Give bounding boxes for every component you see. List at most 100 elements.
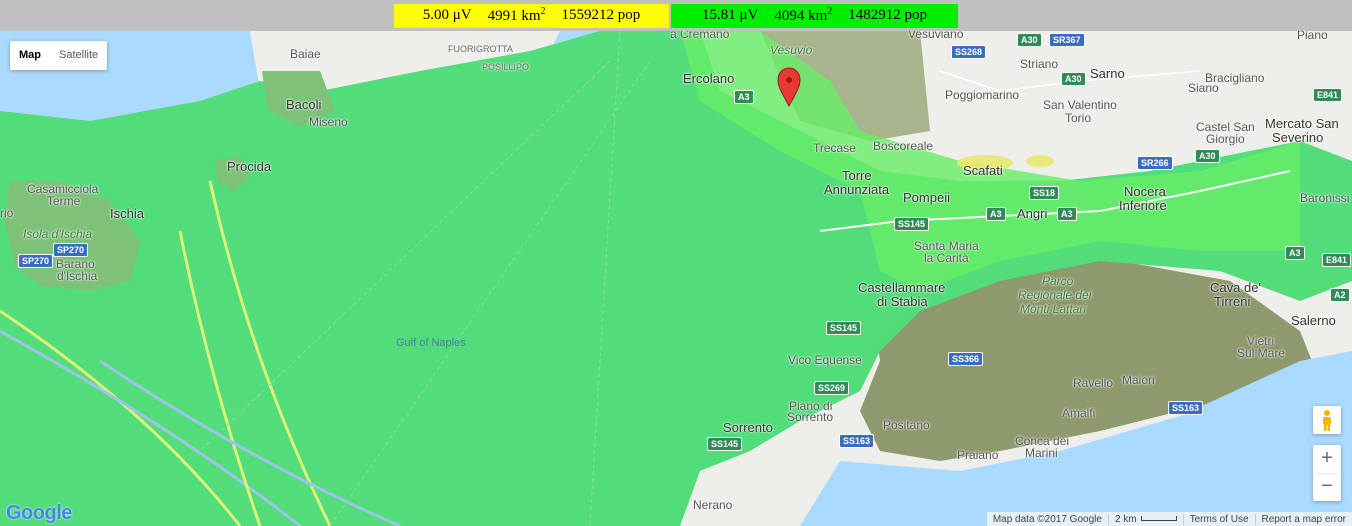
- place-miseno: Miseno: [309, 115, 348, 129]
- road-shield-a3: A3: [986, 207, 1006, 221]
- map-data-credit: Map data ©2017 Google: [992, 513, 1102, 525]
- place-salerno: Salerno: [1291, 313, 1336, 328]
- place-torio: Torio: [1065, 111, 1092, 125]
- google-logo[interactable]: Google: [6, 502, 72, 525]
- place-fuorigrotta: FUORIGROTTA: [448, 44, 513, 54]
- map-canvas[interactable]: Baiae FUORIGROTTA POSILLIPO Bacoli Misen…: [0, 31, 1352, 526]
- place-maiori: Maiori: [1122, 373, 1155, 387]
- place-inferiore: Inferiore: [1119, 198, 1167, 213]
- road-shield-a3: A3: [734, 90, 754, 104]
- place-trecase: Trecase: [813, 141, 856, 155]
- place-castellammare: Castellammare: [858, 280, 946, 295]
- place-ischia: Ischia: [110, 206, 144, 221]
- road-shield-a30: A30: [1195, 149, 1220, 163]
- place-sul-mare: Sul Mare: [1237, 346, 1286, 360]
- place-mercato: Mercato San: [1265, 116, 1339, 131]
- road-shield-ss268: SS268: [951, 45, 987, 59]
- zoom-in-button[interactable]: +: [1313, 445, 1341, 473]
- legend-cell-15uv: 15.81 μV 4094 km2 1482912 pop: [671, 3, 958, 28]
- place-isola-ischia: Isola d'Ischia: [23, 227, 92, 241]
- place-positano: Positano: [883, 418, 930, 432]
- place-nocera: Nocera: [1124, 184, 1166, 199]
- road-shield-a2: A2: [1330, 288, 1350, 302]
- road-shield-ss163: SS163: [1168, 401, 1204, 415]
- road-shield-sp270: SP270: [53, 243, 89, 257]
- map-type-map-button[interactable]: Map: [10, 41, 50, 70]
- place-giorgio: Giorgio: [1206, 132, 1245, 146]
- place-angri: Angri: [1017, 206, 1048, 221]
- place-annunziata: Annunziata: [824, 182, 890, 197]
- place-praiano: Praiano: [957, 448, 999, 462]
- place-marini: Marini: [1025, 446, 1058, 460]
- place-ravello: Ravello: [1073, 376, 1114, 390]
- road-shield-ss269: SS269: [814, 381, 850, 395]
- road-shield-a30: A30: [1017, 33, 1042, 47]
- place-tirreni: Tirreni: [1214, 294, 1251, 309]
- place-torre: Torre: [842, 168, 872, 183]
- road-shield-ss145: SS145: [826, 321, 862, 335]
- street-view-pegman-icon[interactable]: [1313, 406, 1341, 434]
- place-sorrento: Sorrento: [723, 420, 773, 435]
- road-shield-a30: A30: [1061, 72, 1086, 86]
- place-baiae: Baiae: [290, 47, 321, 61]
- road-shield-a3: A3: [1285, 246, 1305, 260]
- place-siano: Siano: [1188, 81, 1219, 95]
- place-cava: Cava de': [1210, 280, 1261, 295]
- report-error-link[interactable]: Report a map error: [1254, 513, 1352, 525]
- legend-pop: 1559212 pop: [561, 7, 641, 23]
- road-shield-e841: E841: [1322, 253, 1352, 267]
- map-attribution: Map data ©2017 Google 2 km Terms of Use …: [986, 512, 1352, 526]
- legend-cell-5uv: 5.00 μV 4991 km2 1559212 pop: [394, 3, 669, 28]
- place-amalfi: Amalfi: [1062, 406, 1096, 420]
- place-ercolano: Ercolano: [683, 71, 735, 86]
- legend-area: 4991 km2: [487, 6, 546, 24]
- legend-level: 15.81 μV: [701, 7, 759, 23]
- road-shield-sp270: SP270: [18, 254, 54, 268]
- place-vesuviano: Vesuviano: [908, 31, 964, 41]
- place-la-carita: la Carità: [924, 251, 969, 265]
- place-baronissi: Baronissi: [1300, 191, 1350, 205]
- place-nerano: Nerano: [693, 498, 733, 512]
- place-cremano: a Cremano: [670, 31, 730, 41]
- scale-indicator[interactable]: 2 km: [1107, 513, 1183, 525]
- road-shield-a3: A3: [1057, 207, 1077, 221]
- road-shield-ss145: SS145: [894, 217, 930, 231]
- place-parco-2: Regionale dei: [1018, 288, 1092, 302]
- place-scafati: Scafati: [963, 163, 1003, 178]
- road-shield-sr266: SR266: [1137, 156, 1173, 170]
- place-vesuvio: Vesuvio: [770, 43, 813, 57]
- place-vico-equense: Vico Equense: [788, 353, 862, 367]
- place-procida: Procida: [227, 159, 272, 174]
- terms-link[interactable]: Terms of Use: [1182, 513, 1255, 525]
- road-shield-ss163: SS163: [839, 434, 875, 448]
- place-sarno: Sarno: [1090, 66, 1125, 81]
- place-posillipo: POSILLIPO: [482, 62, 530, 72]
- coverage-legend: 5.00 μV 4991 km2 1559212 pop 15.81 μV 40…: [0, 0, 1352, 31]
- road-shield-e841: E841: [1313, 88, 1343, 102]
- place-severino: Severino: [1272, 130, 1324, 145]
- legend-pop: 1482912 pop: [848, 7, 928, 23]
- place-parco-3: Monti Lattari: [1020, 302, 1087, 316]
- road-shield-sr367: SR367: [1049, 33, 1085, 47]
- map-tiles: [0, 31, 1352, 526]
- legend-level: 5.00 μV: [422, 7, 472, 23]
- place-parco-1: Parco: [1042, 274, 1074, 288]
- map-type-satellite-button[interactable]: Satellite: [50, 41, 107, 70]
- place-rio: rio: [0, 206, 14, 220]
- place-di-stabia: di Stabia: [877, 294, 928, 309]
- place-gulf-of-naples: Gulf of Naples: [396, 337, 466, 349]
- map-type-control: Map Satellite: [10, 41, 108, 70]
- zoom-out-button[interactable]: −: [1313, 473, 1341, 501]
- place-pompeii: Pompeii: [903, 190, 950, 205]
- road-shield-ss18: SS18: [1029, 186, 1060, 200]
- place-terme: Terme: [47, 194, 81, 208]
- place-piano: Piano: [1297, 31, 1328, 42]
- place-dischia: d'Ischia: [57, 269, 98, 283]
- place-poggiomarino: Poggiomarino: [945, 88, 1020, 102]
- place-bacoli: Bacoli: [286, 97, 322, 112]
- place-sorrento-small: Sorrento: [787, 410, 834, 424]
- place-san-valentino: San Valentino: [1043, 98, 1117, 112]
- road-shield-ss145: SS145: [707, 437, 743, 451]
- zoom-control: + −: [1313, 445, 1341, 501]
- legend-area: 4094 km2: [774, 6, 833, 24]
